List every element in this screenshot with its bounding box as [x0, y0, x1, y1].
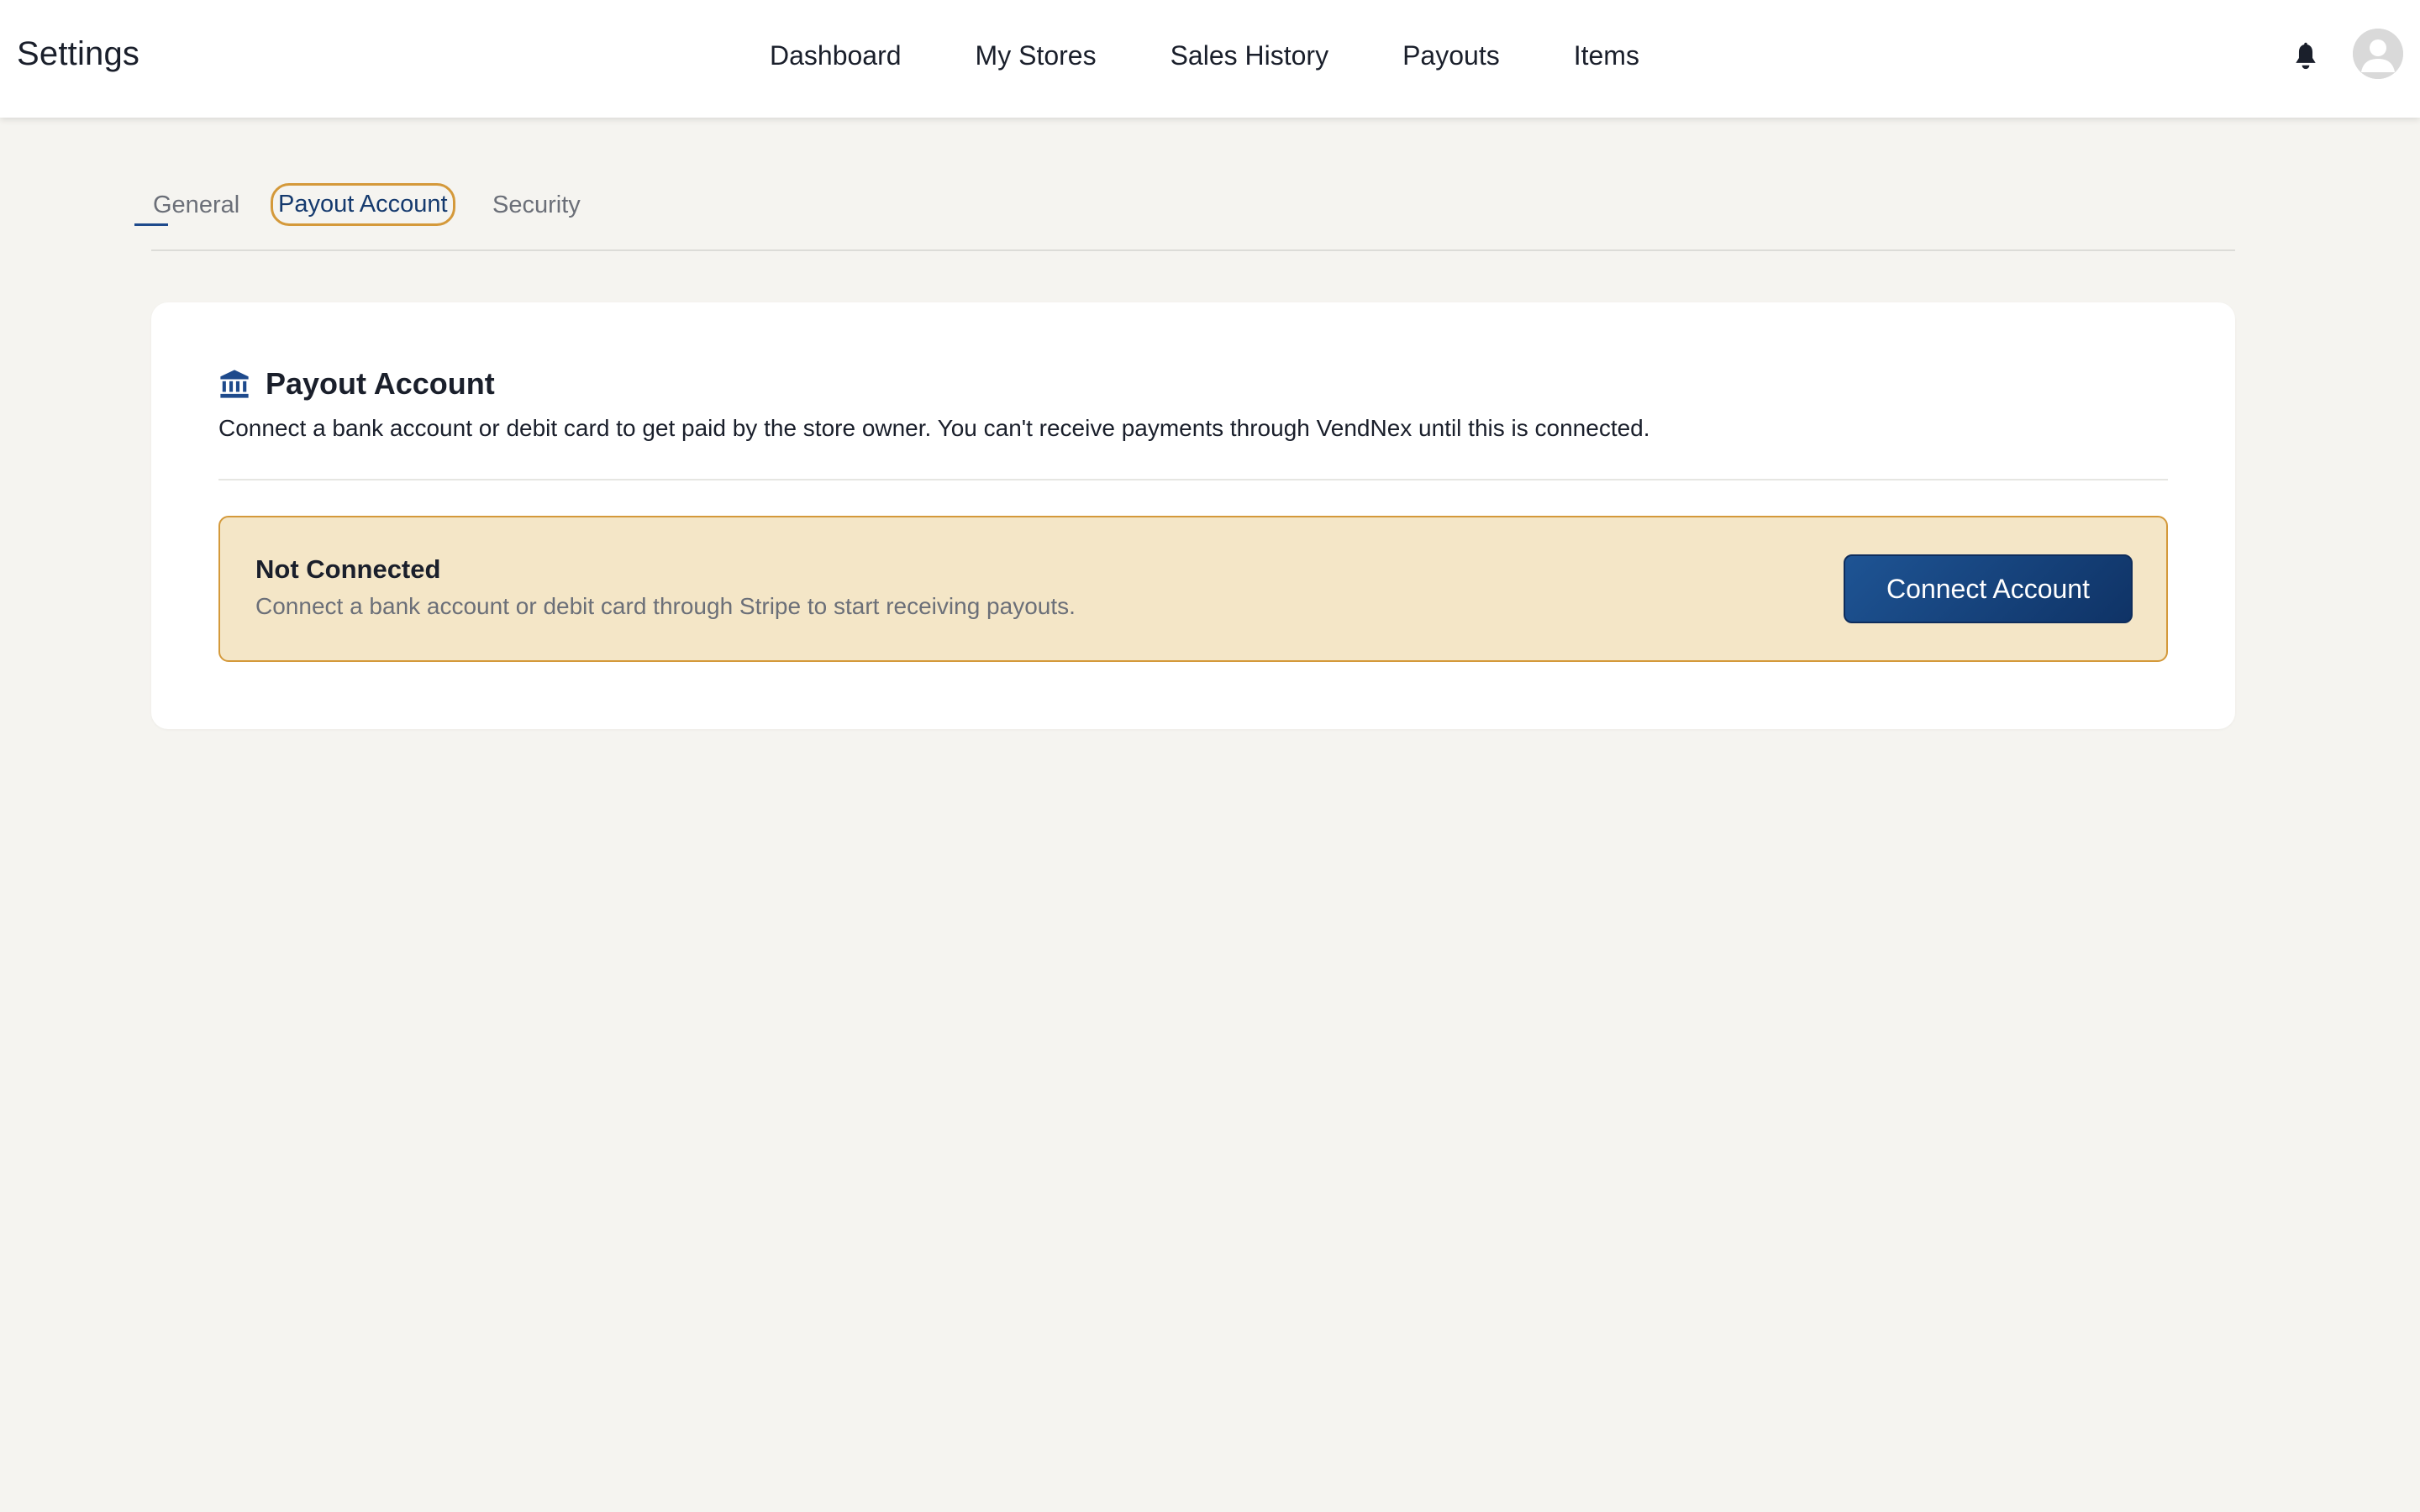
- page-title: Settings: [17, 35, 140, 72]
- tab-payout-account[interactable]: Payout Account: [271, 183, 455, 226]
- tab-general[interactable]: General: [153, 192, 239, 219]
- bank-icon: [218, 368, 250, 400]
- card-description: Connect a bank account or debit card to …: [218, 415, 1650, 441]
- bell-icon[interactable]: [2291, 42, 2321, 74]
- nav-sales-history[interactable]: Sales History: [1171, 40, 1329, 71]
- card-title: Payout Account: [266, 366, 495, 401]
- tabs-divider: [151, 249, 2235, 251]
- nav-my-stores[interactable]: My Stores: [976, 40, 1097, 71]
- connect-account-button[interactable]: Connect Account: [1844, 554, 2133, 623]
- status-description: Connect a bank account or debit card thr…: [255, 593, 1076, 619]
- connection-status-banner: Not Connected Connect a bank account or …: [218, 516, 2168, 662]
- card-header: Payout Account: [218, 366, 495, 402]
- status-title: Not Connected: [255, 554, 441, 584]
- tab-security[interactable]: Security: [492, 192, 581, 219]
- main-nav: Dashboard My Stores Sales History Payout…: [770, 40, 1639, 71]
- payout-account-card: Payout Account Connect a bank account or…: [151, 302, 2235, 729]
- tab-indicator: [134, 223, 168, 226]
- card-divider: [218, 479, 2168, 480]
- avatar[interactable]: [2353, 29, 2403, 79]
- nav-dashboard[interactable]: Dashboard: [770, 40, 902, 71]
- nav-items[interactable]: Items: [1574, 40, 1639, 71]
- top-header: Settings Dashboard My Stores Sales Histo…: [0, 0, 2420, 118]
- settings-tabs: General Payout Account Security: [134, 183, 2235, 250]
- nav-payouts[interactable]: Payouts: [1402, 40, 1500, 71]
